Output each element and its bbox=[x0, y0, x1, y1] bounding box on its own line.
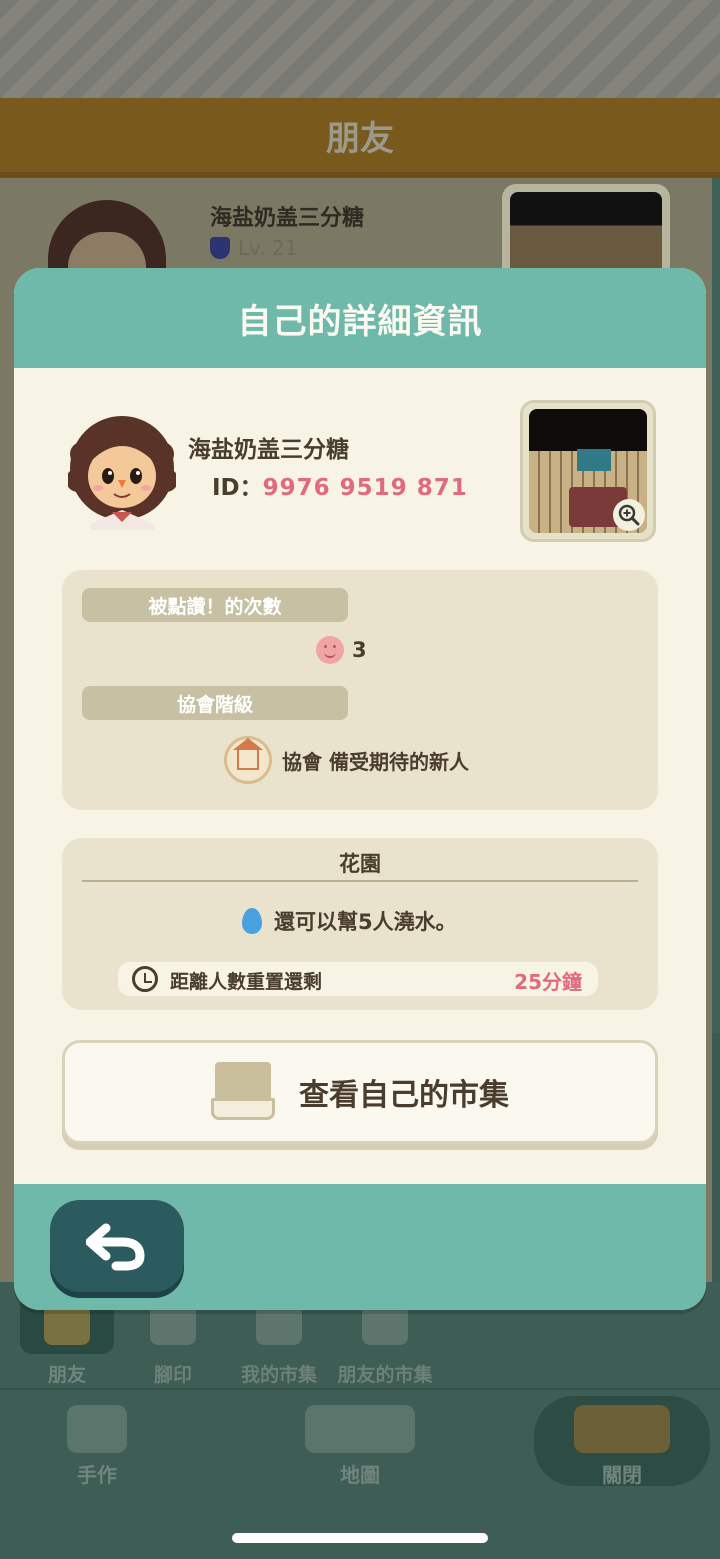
background-friend-name: 海盐奶盖三分糖 bbox=[210, 206, 365, 231]
dialog-title: 自己的詳細資訊 bbox=[237, 301, 483, 342]
garden-divider bbox=[82, 880, 638, 882]
smiley-icon bbox=[316, 636, 344, 664]
hammer-icon bbox=[67, 1405, 127, 1453]
player-id-row: ID：9976 9519 871 bbox=[212, 468, 468, 502]
rank-label-pill: 協會階級 bbox=[82, 686, 348, 720]
room-preview-image bbox=[529, 409, 647, 533]
water-row: 還可以幫5人澆水。 bbox=[242, 906, 457, 936]
nav-map[interactable]: 地圖 bbox=[300, 1405, 420, 1488]
view-my-market-label: 查看自己的市集 bbox=[299, 1078, 509, 1113]
likes-count: 3 bbox=[352, 638, 367, 662]
clock-icon bbox=[132, 966, 158, 992]
player-avatar bbox=[68, 416, 176, 530]
garden-card: 花園 還可以幫5人澆水。 距離人數重置還剩 25分鐘 bbox=[62, 838, 658, 1010]
map-icon bbox=[305, 1405, 415, 1453]
reset-timer-bar: 距離人數重置還剩 25分鐘 bbox=[118, 962, 598, 996]
water-remaining-text: 還可以幫5人澆水。 bbox=[274, 910, 457, 934]
tab-friends-market-label: 朋友的市集 bbox=[337, 1364, 433, 1386]
background-friend-level: Lv. 21 bbox=[210, 236, 298, 260]
background-header-strip bbox=[0, 0, 720, 100]
rank-row: 協會 備受期待的新人 bbox=[224, 736, 469, 784]
tab-footprints-label: 腳印 bbox=[153, 1364, 192, 1386]
nav-craft-label: 手作 bbox=[77, 1463, 117, 1487]
profile-details-dialog: 自己的詳細資訊 海盐奶盖三分糖 ID：9976 9519 871 被點讚！的次數… bbox=[14, 268, 706, 1310]
player-id-value: 9976 9519 871 bbox=[262, 475, 468, 501]
reset-timer-value: 25分鐘 bbox=[514, 970, 582, 994]
tab-my-market-label: 我的市集 bbox=[240, 1364, 317, 1386]
nav-craft[interactable]: 手作 bbox=[62, 1405, 132, 1488]
back-button[interactable] bbox=[50, 1200, 184, 1292]
likes-label-pill: 被點讚！的次數 bbox=[82, 588, 348, 622]
background-level-text: Lv. 21 bbox=[238, 236, 298, 260]
likes-count-row: 3 bbox=[316, 636, 367, 664]
villagers-icon bbox=[574, 1405, 670, 1453]
dialog-footer bbox=[14, 1184, 706, 1310]
nav-close-label: 關閉 bbox=[602, 1463, 642, 1487]
rank-value: 協會 備受期待的新人 bbox=[282, 749, 469, 774]
tab-friends-label: 朋友 bbox=[47, 1364, 86, 1386]
garden-title: 花園 bbox=[339, 852, 381, 876]
nav-map-label: 地圖 bbox=[340, 1463, 380, 1487]
background-title-bar: 朋友 bbox=[0, 98, 720, 178]
view-my-market-button[interactable]: 查看自己的市集 bbox=[62, 1040, 658, 1144]
background-scroll-edge bbox=[712, 178, 720, 1033]
stats-card: 被點讚！的次數 3 協會階級 協會 備受期待的新人 bbox=[62, 570, 658, 810]
reset-timer-label: 距離人數重置還剩 bbox=[170, 971, 323, 993]
room-thumbnail[interactable] bbox=[520, 400, 656, 542]
nav-close-content: 關閉 bbox=[570, 1405, 674, 1488]
cat-icon bbox=[210, 237, 230, 259]
water-drop-icon bbox=[242, 908, 262, 934]
zoom-in-icon[interactable] bbox=[613, 499, 645, 531]
back-arrow-icon bbox=[86, 1223, 145, 1271]
market-stall-icon bbox=[211, 1062, 275, 1122]
player-name: 海盐奶盖三分糖 bbox=[188, 437, 349, 463]
home-indicator[interactable] bbox=[232, 1533, 488, 1543]
dialog-header: 自己的詳細資訊 bbox=[14, 268, 706, 368]
player-id-label: ID： bbox=[212, 475, 263, 501]
association-badge-icon bbox=[224, 736, 272, 784]
background-divider bbox=[0, 1388, 720, 1390]
background-title: 朋友 bbox=[326, 118, 394, 159]
